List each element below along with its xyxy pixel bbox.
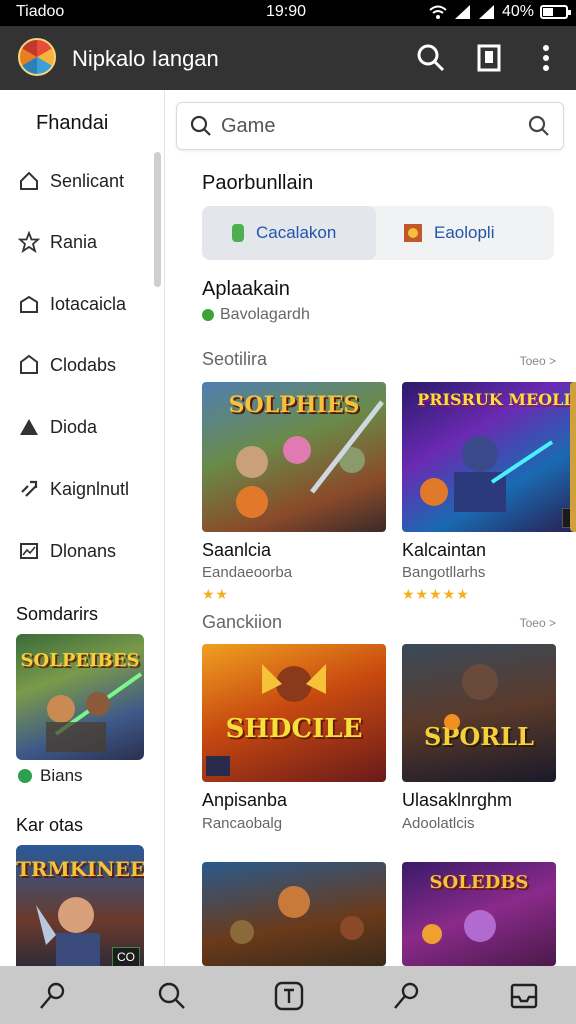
sidebar-item-label: Iotacaicla: [50, 293, 127, 314]
row-more-link[interactable]: Toeo >: [520, 354, 556, 368]
tile-rating: ★★: [202, 586, 230, 602]
status-icons: 40%: [428, 3, 571, 21]
app-title: Nipkalo Iangan: [72, 46, 219, 71]
sidebar-item-label: Rania: [50, 231, 98, 252]
card-artwork: [46, 672, 143, 752]
search-icon: [190, 115, 211, 136]
game-tile[interactable]: SPORLL: [402, 644, 556, 782]
sidebar-game-card-2[interactable]: TRMKINEES CO: [16, 845, 144, 966]
subsection-meta: Bavolagardh: [202, 306, 310, 324]
carrier-label: Tiadoo: [16, 3, 65, 20]
sidebar-card-meta-text: Bians: [40, 766, 83, 785]
game-tile-partial[interactable]: [570, 382, 576, 532]
subsection-meta-text: Bavolagardh: [220, 306, 310, 323]
tile-name[interactable]: Anpisanba: [202, 790, 287, 811]
tile-artwork: [420, 436, 554, 512]
more-vert-icon[interactable]: [531, 43, 561, 73]
tile-name[interactable]: Ulasaklnrghm: [402, 790, 512, 811]
signal-icon: [454, 5, 470, 19]
tile-icon[interactable]: [273, 980, 305, 1012]
battery-percent: 40%: [501, 3, 534, 20]
sidebar-item-clodabs[interactable]: Clodabs: [18, 348, 158, 382]
search-input[interactable]: Game: [221, 115, 275, 138]
sidebar-item-store[interactable]: Iotacaicla: [18, 287, 158, 321]
sidebar-item-rania[interactable]: Rania: [18, 225, 158, 259]
sidebar-item-label: Clodabs: [50, 354, 117, 375]
bookmark-icon[interactable]: [474, 43, 504, 73]
segment-option-1[interactable]: Cacalakon: [202, 206, 376, 260]
row-title: Ganckiion: [202, 612, 283, 632]
wifi-icon: [429, 5, 447, 19]
sidebar-item-dlonans[interactable]: Dlonans: [18, 534, 158, 568]
tile-name[interactable]: Kalcaintan: [402, 540, 486, 561]
sidebar-item-label: Senlicant: [50, 170, 125, 191]
tile-artwork: [444, 664, 498, 730]
tile-artwork: [206, 664, 326, 776]
game-tile[interactable]: PRISRUK MEOLI: [402, 382, 576, 532]
warning-icon: [20, 419, 38, 435]
sidebar-item-label: Dlonans: [50, 540, 117, 561]
tile-rating: ★★★★★: [402, 586, 470, 602]
game-icon: [404, 224, 422, 242]
sidebar: Fhandai Senlicant Rania Iotacaicla Cloda…: [0, 90, 165, 966]
main-content: Game Paorbunllain Cacalakon Eaolopli Apl…: [166, 90, 576, 966]
sidebar-game-card[interactable]: SOLPEIBES: [16, 634, 144, 760]
segment-label: Cacalakon: [256, 223, 337, 242]
globe-icon: [18, 769, 32, 783]
tile-artwork: [422, 910, 496, 944]
sidebar-item-link[interactable]: Kaignlnutl: [18, 472, 158, 506]
sidebar-section-title-2: Kar otas: [16, 815, 84, 835]
search-icon[interactable]: [416, 43, 446, 73]
image-icon: [20, 543, 38, 559]
bottom-nav: [0, 966, 576, 1024]
sidebar-item-label: Dioda: [50, 416, 98, 437]
link-icon: [21, 480, 38, 497]
store-icon: [20, 295, 38, 313]
game-tile[interactable]: [202, 862, 386, 966]
tile-name[interactable]: Saanlcia: [202, 540, 271, 561]
sidebar-heading: Fhandai: [36, 112, 109, 134]
controller-icon: [232, 224, 244, 242]
tag-icon: [20, 354, 38, 374]
sidebar-section-title: Somdarirs: [16, 604, 99, 624]
game-tile[interactable]: SHDCILE: [202, 644, 386, 782]
tile-artwork: [236, 400, 384, 518]
clock: 19:90: [266, 3, 307, 20]
status-bar: Tiadoo 19:90 40%: [0, 0, 576, 26]
tile-developer: Eandaeoorba: [202, 564, 293, 581]
sidebar-item-dioda[interactable]: Dioda: [18, 410, 158, 444]
search-icon[interactable]: [156, 980, 188, 1012]
pencil-icon[interactable]: [390, 980, 422, 1012]
tile-artwork: [230, 886, 364, 944]
signal-icon-2: [478, 5, 494, 19]
row-more-link[interactable]: Toeo >: [520, 616, 556, 630]
segment-control: Cacalakon Eaolopli: [202, 206, 554, 260]
segment-option-2[interactable]: Eaolopli: [402, 206, 554, 260]
star-icon: [18, 231, 40, 253]
tile-developer: Adoolatlcis: [402, 815, 475, 832]
section-heading: Paorbunllain: [202, 172, 314, 194]
game-tile[interactable]: SOLPHIES: [202, 382, 386, 532]
subsection-heading: Aplaakain: [202, 278, 290, 300]
segment-label: Eaolopli: [434, 223, 495, 242]
game-tile[interactable]: SOLEDBS: [402, 862, 556, 966]
sidebar-item-label: Kaignlnutl: [50, 478, 130, 499]
battery-icon: [540, 5, 571, 19]
sidebar-item-home[interactable]: Senlicant: [18, 164, 158, 198]
tile-developer: Bangotllarhs: [402, 564, 486, 581]
pin-icon[interactable]: [36, 980, 68, 1012]
tile-developer: Rancaobalg: [202, 815, 283, 832]
inbox-icon[interactable]: [508, 980, 540, 1012]
android-icon: [202, 309, 214, 321]
card-badge: CO: [112, 947, 140, 966]
row-title: Seotilira: [202, 349, 268, 369]
home-icon: [20, 171, 38, 190]
search-submit-icon[interactable]: [527, 114, 551, 138]
app-logo[interactable]: [18, 38, 56, 76]
sidebar-card-meta: Bians: [18, 766, 83, 786]
search-bar[interactable]: Game: [176, 102, 564, 150]
app-bar: Nipkalo Iangan: [0, 26, 576, 90]
